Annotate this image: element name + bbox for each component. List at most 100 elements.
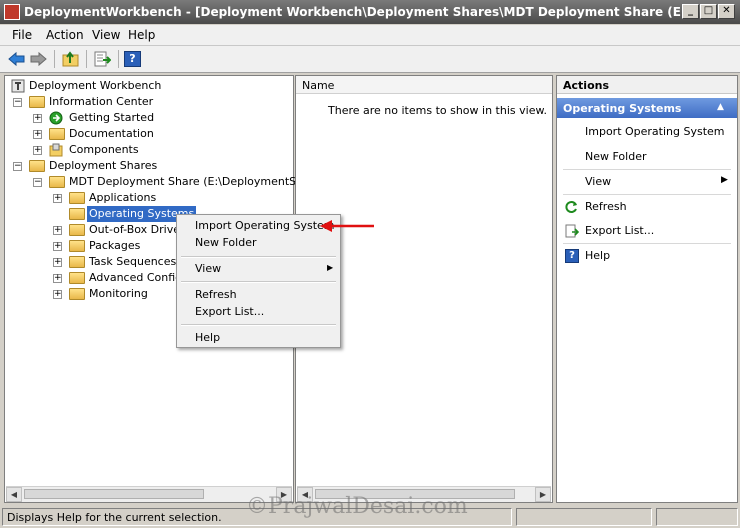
getting-started-icon — [49, 111, 63, 125]
tree-item-label: Task Sequences — [89, 255, 177, 268]
actions-section-operating-systems[interactable]: Operating Systems ▲ — [557, 98, 737, 118]
empty-list-message: There are no items to show in this view. — [328, 104, 547, 117]
share-folder-icon — [49, 176, 65, 188]
column-name-label: Name — [302, 79, 335, 92]
tree-item-deployment-shares[interactable]: − Deployment Shares — [9, 158, 289, 174]
expand-toggle[interactable]: + — [33, 130, 42, 139]
tree-item-label: Deployment Shares — [49, 159, 158, 172]
collapse-toggle[interactable]: − — [13, 98, 22, 107]
folder-icon — [69, 192, 85, 204]
context-separator — [181, 256, 336, 258]
context-separator — [181, 324, 336, 326]
context-view[interactable]: View — [195, 262, 221, 275]
tree-item-label: Monitoring — [89, 287, 148, 300]
tree-item-label: Deployment Workbench — [29, 79, 162, 92]
window-title: DeploymentWorkbench - [Deployment Workbe… — [24, 5, 684, 19]
scroll-right-button[interactable]: ▶ — [535, 487, 551, 502]
tree-item-label: MDT Deployment Share (E:\DeploymentShare… — [69, 175, 326, 188]
collapse-toggle[interactable]: − — [13, 162, 22, 171]
toolbar-separator — [54, 50, 55, 68]
tree-item-information-center[interactable]: − Information Center — [9, 94, 289, 110]
help-icon[interactable]: ? — [124, 51, 141, 67]
tree-item-applications[interactable]: + Applications — [9, 190, 289, 206]
tree-item-documentation[interactable]: + Documentation — [9, 126, 289, 142]
action-refresh[interactable]: Refresh — [585, 200, 627, 213]
menu-view[interactable]: View — [92, 28, 120, 42]
tree-item-label: Advanced Configu — [89, 271, 190, 284]
actions-separator — [563, 169, 731, 170]
expand-toggle[interactable]: + — [33, 146, 42, 155]
minimize-button[interactable]: _ — [682, 4, 699, 19]
folder-icon — [69, 288, 85, 300]
close-button[interactable]: ✕ — [718, 4, 735, 19]
tree-item-components[interactable]: + Components — [9, 142, 289, 158]
context-new-folder[interactable]: New Folder — [195, 236, 256, 249]
refresh-icon — [565, 201, 577, 213]
tree-item-getting-started[interactable]: + Getting Started — [9, 110, 289, 126]
actions-separator — [563, 243, 731, 244]
submenu-arrow-icon: ▶ — [327, 263, 334, 272]
scroll-thumb[interactable] — [24, 489, 204, 499]
scroll-left-button[interactable]: ◀ — [6, 487, 22, 502]
expand-toggle[interactable]: + — [53, 274, 62, 283]
tree-item-mdt-deployment-share[interactable]: − MDT Deployment Share (E:\DeploymentSha… — [9, 174, 325, 190]
expand-toggle[interactable]: + — [53, 194, 62, 203]
folder-icon — [69, 240, 85, 252]
menu-action[interactable]: Action — [46, 28, 84, 42]
folder-icon — [29, 96, 45, 108]
expand-toggle[interactable]: + — [53, 226, 62, 235]
column-header[interactable]: Name — [296, 76, 552, 94]
menu-bar: File Action View Help — [0, 25, 740, 46]
export-list-icon — [565, 224, 579, 238]
actions-header: Actions — [557, 76, 737, 94]
expand-toggle[interactable]: + — [53, 242, 62, 251]
title-bar: DeploymentWorkbench - [Deployment Workbe… — [0, 0, 740, 24]
context-menu: Import Operating System New Folder View … — [176, 214, 341, 348]
app-icon — [4, 4, 20, 20]
action-view[interactable]: View — [585, 175, 611, 188]
forward-arrow-icon[interactable] — [30, 51, 47, 67]
menu-file[interactable]: File — [12, 28, 32, 42]
folder-icon — [49, 128, 65, 140]
restore-button[interactable]: □ — [700, 4, 717, 19]
tree-item-label: Documentation — [69, 127, 154, 140]
expand-toggle[interactable]: + — [53, 258, 62, 267]
action-help[interactable]: Help — [585, 249, 610, 262]
context-import-operating-system[interactable]: Import Operating System — [195, 219, 335, 232]
expand-toggle[interactable]: + — [33, 114, 42, 123]
toolbar: ? — [0, 46, 740, 73]
menu-help[interactable]: Help — [128, 28, 155, 42]
annotation-arrow-icon — [320, 220, 374, 232]
toolbar-separator — [86, 50, 87, 68]
toolbar-separator — [118, 50, 119, 68]
workbench-icon — [11, 79, 25, 93]
status-text: Displays Help for the current selection. — [7, 511, 222, 524]
context-export-list[interactable]: Export List... — [195, 305, 264, 318]
status-panel — [516, 508, 652, 526]
submenu-arrow-icon: ▶ — [721, 175, 728, 185]
folder-icon — [29, 160, 45, 172]
tree-item-label: Getting Started — [69, 111, 155, 124]
tree-item-deployment-workbench[interactable]: Deployment Workbench — [9, 78, 289, 94]
up-folder-icon[interactable] — [62, 51, 79, 67]
tree-item-label: Components — [69, 143, 139, 156]
action-new-folder[interactable]: New Folder — [585, 150, 646, 163]
context-refresh[interactable]: Refresh — [195, 288, 237, 301]
actions-title: Actions — [563, 79, 609, 92]
expand-toggle[interactable]: + — [53, 290, 62, 299]
export-list-icon[interactable] — [94, 51, 111, 67]
action-export-list[interactable]: Export List... — [585, 224, 654, 237]
collapse-up-icon[interactable]: ▲ — [717, 102, 724, 112]
action-import-operating-system[interactable]: Import Operating System — [585, 125, 725, 138]
folder-icon — [69, 208, 85, 220]
tree-item-label: Information Center — [49, 95, 154, 108]
actions-section-title: Operating Systems — [563, 102, 682, 115]
back-arrow-icon[interactable] — [8, 51, 25, 67]
context-help[interactable]: Help — [195, 331, 220, 344]
context-separator — [181, 281, 336, 283]
collapse-toggle[interactable]: − — [33, 178, 42, 187]
watermark: ©PrajwalDesai.com — [246, 494, 468, 519]
help-icon: ? — [565, 249, 579, 263]
actions-separator — [563, 194, 731, 195]
folder-icon — [69, 224, 85, 236]
